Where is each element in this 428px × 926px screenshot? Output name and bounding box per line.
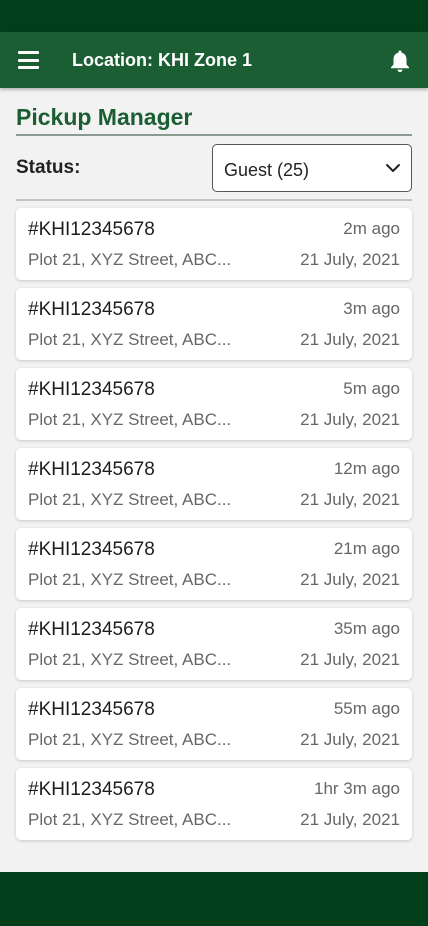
pickup-id: #KHI12345678 — [28, 219, 155, 240]
pickup-date: 21 July, 2021 — [300, 570, 400, 589]
status-filter-dropdown[interactable]: Guest (25) — [212, 144, 412, 192]
pickup-address: Plot 21, XYZ Street, ABC... — [28, 410, 232, 429]
pickup-date: 21 July, 2021 — [300, 330, 400, 349]
pickup-id: #KHI12345678 — [28, 459, 155, 480]
pickup-id: #KHI12345678 — [28, 619, 155, 640]
page-title: Pickup Manager — [16, 104, 193, 130]
status-filter-value: Guest (25) — [224, 160, 310, 180]
pickup-time-ago: 3m ago — [343, 299, 400, 318]
pickup-date: 21 July, 2021 — [300, 490, 400, 509]
hamburger-menu-icon[interactable] — [18, 51, 39, 69]
system-navigation-bar — [0, 872, 428, 926]
pickup-time-ago: 35m ago — [333, 619, 400, 638]
pickup-card[interactable]: #KHI12345678 2m ago Plot 21, XYZ Street,… — [16, 208, 412, 280]
chevron-down-icon — [386, 164, 400, 172]
pickup-time-ago: 21m ago — [333, 539, 400, 558]
pickup-date: 21 July, 2021 — [300, 810, 400, 829]
pickup-id: #KHI12345678 — [28, 539, 155, 560]
pickup-id: #KHI12345678 — [28, 779, 155, 800]
location-title: Location: KHI Zone 1 — [72, 50, 252, 70]
pickup-date: 21 July, 2021 — [300, 250, 400, 269]
pickup-address: Plot 21, XYZ Street, ABC... — [28, 570, 232, 589]
pickup-id: #KHI12345678 — [28, 699, 155, 720]
pickup-time-ago: 2m ago — [343, 219, 400, 238]
status-filter-label: Status: — [16, 157, 81, 178]
filter-divider — [16, 199, 412, 201]
pickup-card[interactable]: #KHI12345678 55m ago Plot 21, XYZ Street… — [16, 688, 412, 760]
pickup-address: Plot 21, XYZ Street, ABC... — [28, 490, 232, 509]
pickup-time-ago: 55m ago — [333, 699, 400, 718]
pickup-list: #KHI12345678 2m ago Plot 21, XYZ Street,… — [16, 208, 412, 848]
pickup-address: Plot 21, XYZ Street, ABC... — [28, 650, 232, 669]
pickup-card[interactable]: #KHI12345678 21m ago Plot 21, XYZ Street… — [16, 528, 412, 600]
pickup-date: 21 July, 2021 — [300, 650, 400, 669]
pickup-id: #KHI12345678 — [28, 379, 155, 400]
system-status-bar — [0, 0, 428, 32]
pickup-address: Plot 21, XYZ Street, ABC... — [28, 810, 232, 829]
pickup-time-ago: 12m ago — [333, 459, 400, 478]
pickup-date: 21 July, 2021 — [300, 730, 400, 749]
app-bar: Location: KHI Zone 1 — [0, 32, 428, 88]
title-divider — [16, 134, 412, 136]
pickup-address: Plot 21, XYZ Street, ABC... — [28, 730, 232, 749]
pickup-card[interactable]: #KHI12345678 3m ago Plot 21, XYZ Street,… — [16, 288, 412, 360]
pickup-card[interactable]: #KHI12345678 35m ago Plot 21, XYZ Street… — [16, 608, 412, 680]
pickup-address: Plot 21, XYZ Street, ABC... — [28, 250, 232, 269]
pickup-card[interactable]: #KHI12345678 5m ago Plot 21, XYZ Street,… — [16, 368, 412, 440]
pickup-id: #KHI12345678 — [28, 299, 155, 320]
pickup-card[interactable]: #KHI12345678 12m ago Plot 21, XYZ Street… — [16, 448, 412, 520]
pickup-time-ago: 5m ago — [343, 379, 400, 398]
pickup-card[interactable]: #KHI12345678 1hr 3m ago Plot 21, XYZ Str… — [16, 768, 412, 840]
bell-icon[interactable] — [388, 48, 412, 74]
pickup-address: Plot 21, XYZ Street, ABC... — [28, 330, 232, 349]
pickup-date: 21 July, 2021 — [300, 410, 400, 429]
pickup-time-ago: 1hr 3m ago — [314, 779, 400, 798]
